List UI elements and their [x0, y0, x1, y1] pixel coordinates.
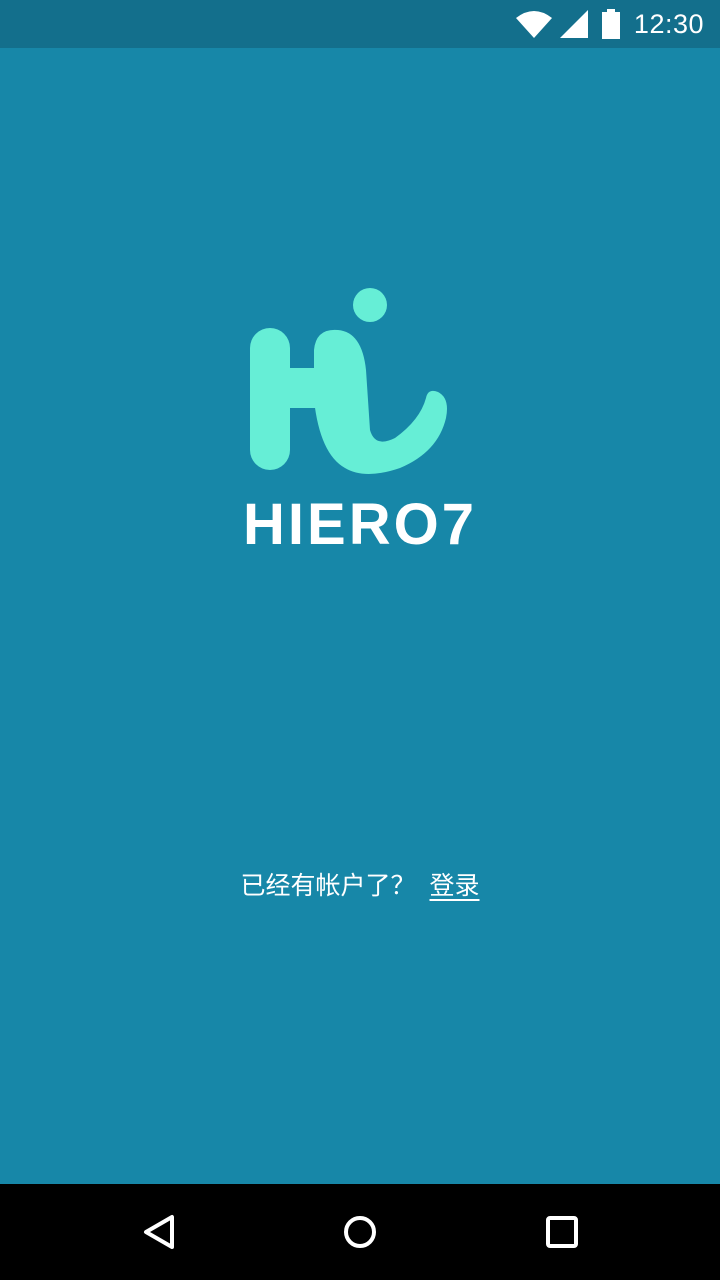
login-link[interactable]: 登录 [430, 871, 480, 900]
splash-screen: 12:30 HIERO7 已经有帐户了？ 登录 [0, 0, 720, 1280]
recent-apps-icon[interactable] [538, 1208, 586, 1256]
battery-icon [601, 9, 620, 39]
brand-name: HIERO7 [243, 492, 477, 557]
login-prompt-row: 已经有帐户了？ 登录 [0, 866, 720, 906]
logo-container [0, 280, 720, 480]
status-bar: 12:30 [0, 0, 720, 48]
status-icons: 12:30 [515, 0, 704, 48]
hi-logo-icon [250, 288, 447, 474]
home-icon[interactable] [336, 1208, 384, 1256]
login-prompt-text: 已经有帐户了？ [240, 871, 416, 900]
status-clock: 12:30 [633, 8, 704, 39]
back-icon[interactable] [136, 1208, 184, 1256]
wifi-icon [515, 11, 552, 38]
navigation-bar [0, 1184, 720, 1280]
signal-icon [559, 10, 588, 38]
